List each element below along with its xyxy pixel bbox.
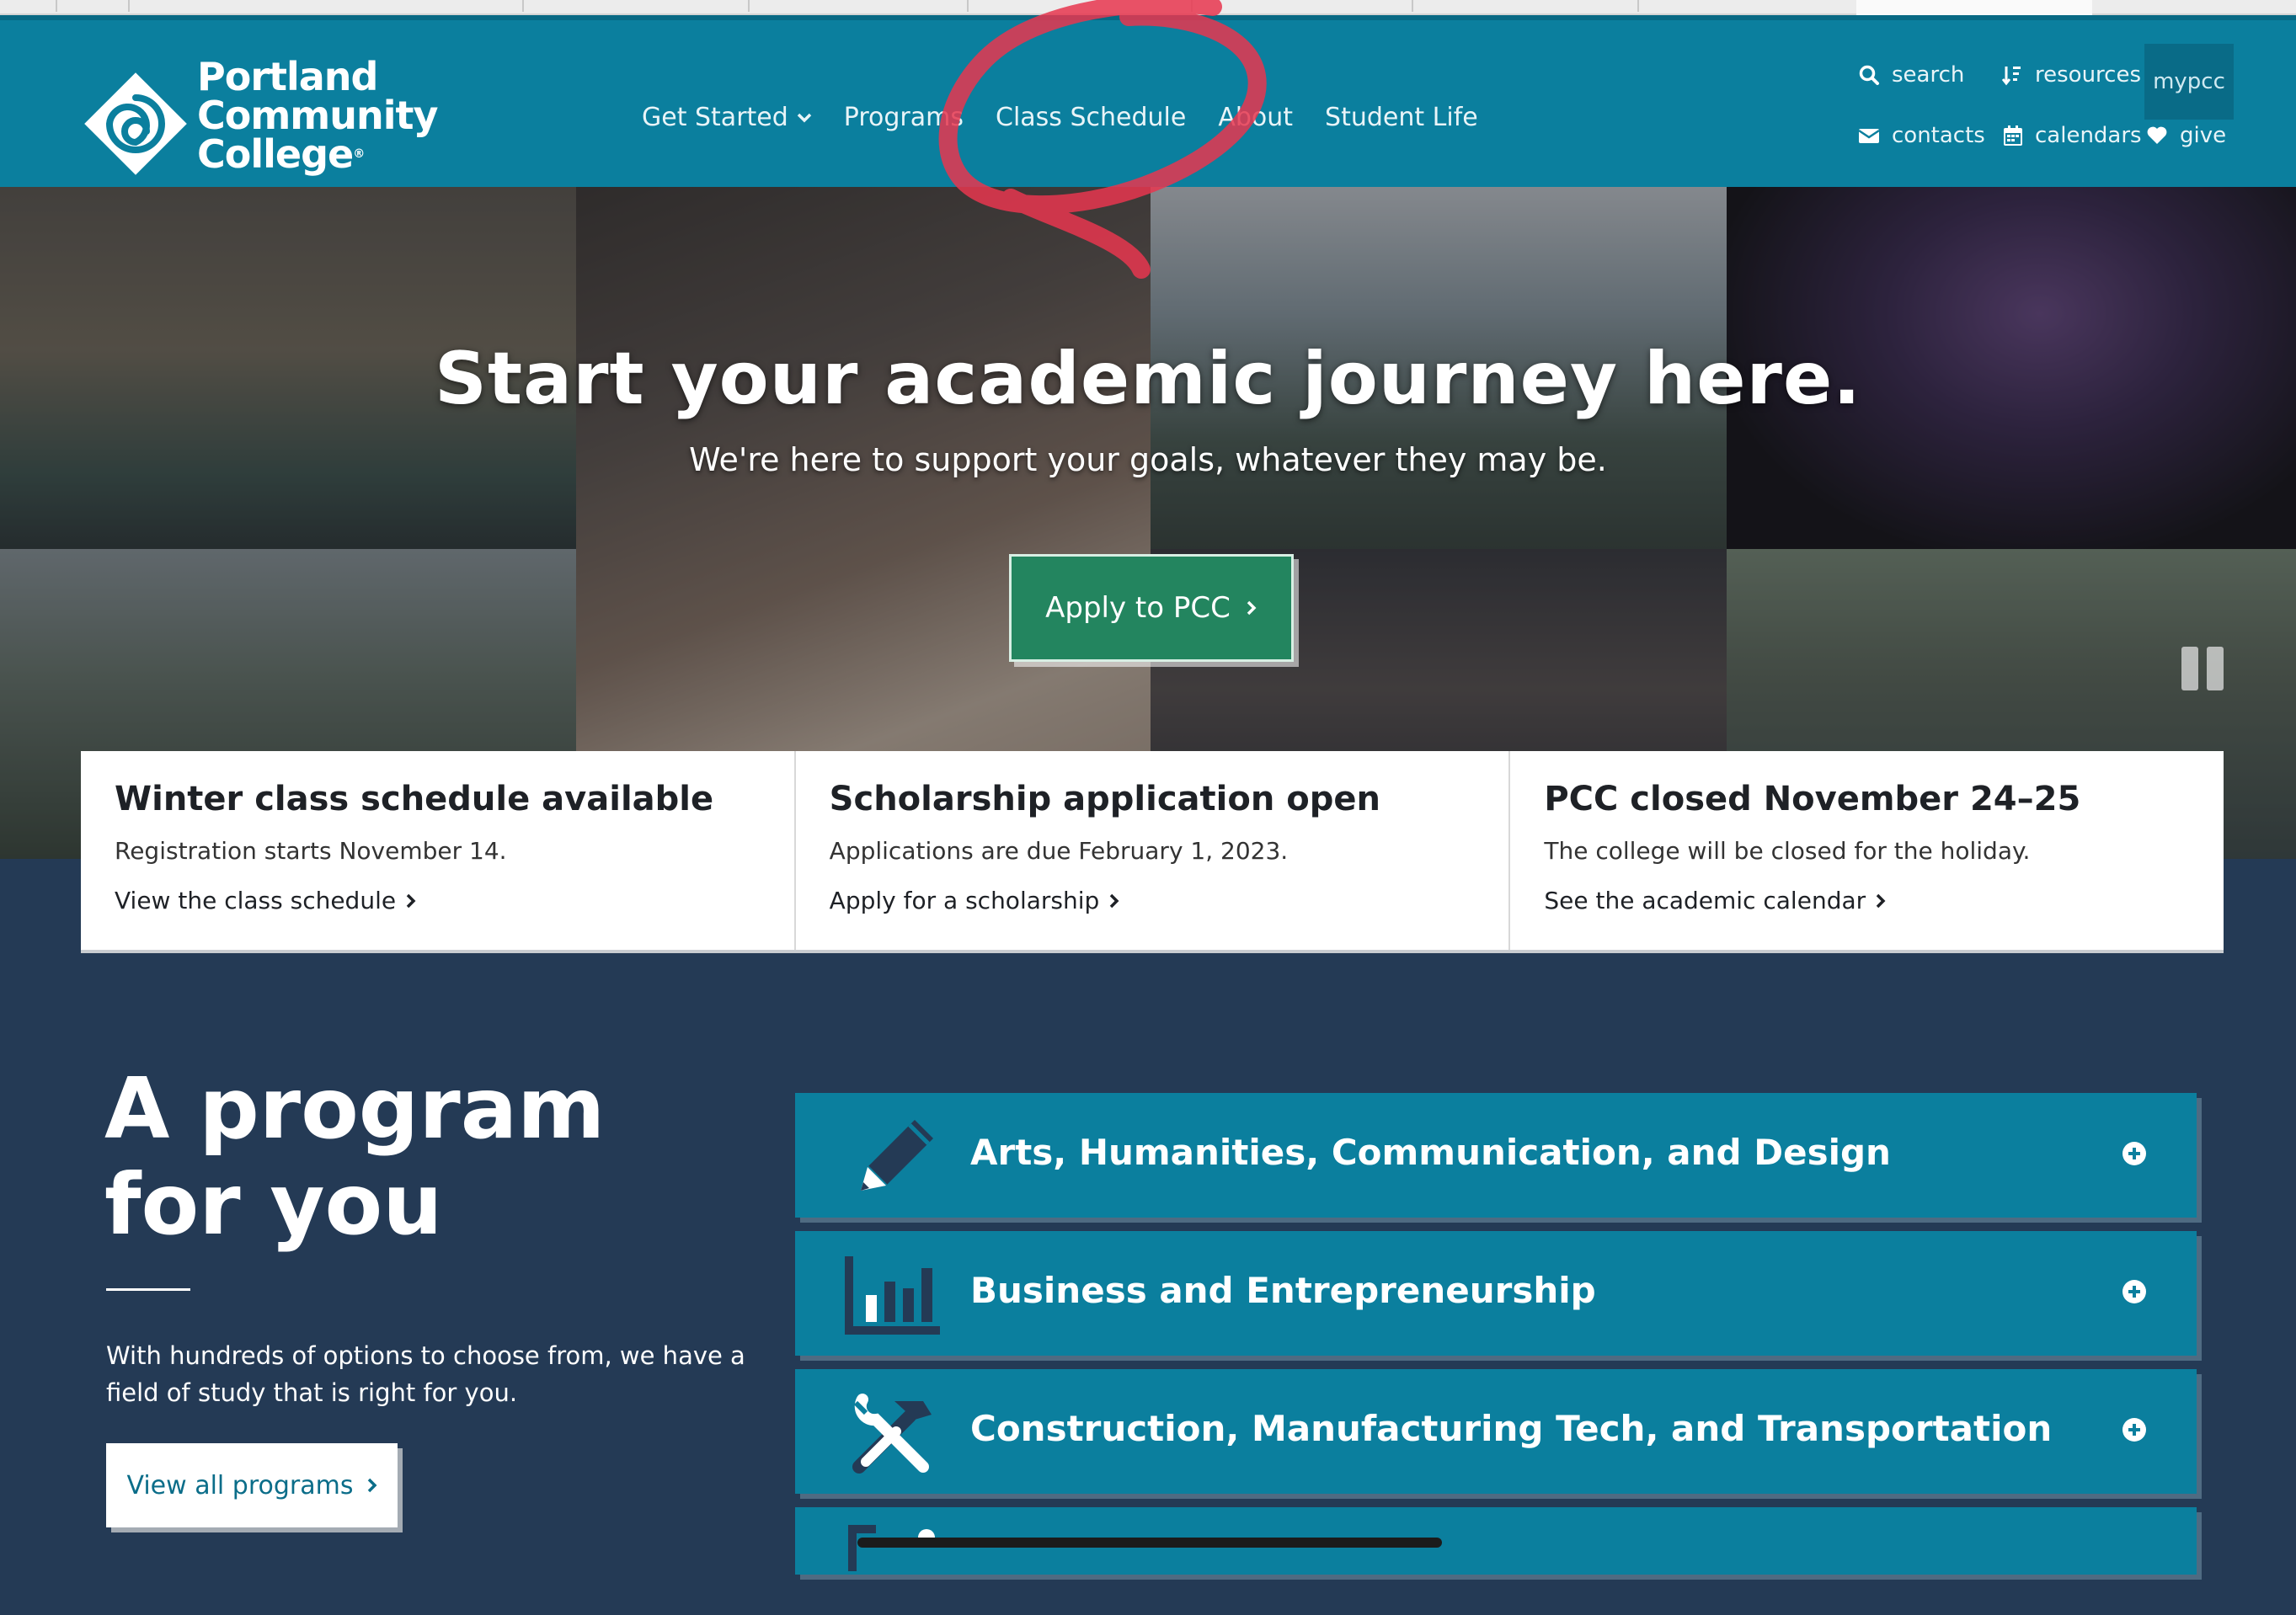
mypcc-link[interactable]: mypcc	[2144, 44, 2234, 120]
program-area-label: Construction, Manufacturing Tech, and Tr…	[970, 1408, 2053, 1449]
tools-icon	[852, 1394, 932, 1474]
expand-plus-icon	[2122, 1280, 2146, 1303]
calendars-link[interactable]: calendars	[2003, 123, 2142, 148]
calendars-label: calendars	[2035, 123, 2142, 148]
give-link[interactable]: give	[2146, 123, 2226, 148]
program-area-label: Arts, Humanities, Communication, and Des…	[970, 1132, 1891, 1173]
heart-icon	[2147, 126, 2167, 144]
expand-plus-icon	[2122, 1418, 2146, 1442]
tab-separator	[522, 0, 524, 12]
browser-active-tab[interactable]	[1856, 0, 2092, 15]
apply-button-label: Apply to PCC	[1045, 591, 1231, 625]
contacts-label: contacts	[1892, 123, 1985, 148]
chevron-down-icon	[797, 113, 812, 122]
pcc-logo[interactable]: Portland Community College®	[81, 49, 451, 184]
chevron-right-icon	[1876, 893, 1886, 908]
card-text: The college will be closed for the holid…	[1544, 837, 2031, 865]
view-all-programs-button[interactable]: View all programs	[106, 1443, 398, 1527]
announcement-card: PCC closed November 24–25 The college wi…	[1510, 751, 2224, 950]
program-description: With hundreds of options to choose from,…	[106, 1341, 745, 1407]
site-header: Portland Community College® Get Started …	[0, 15, 2296, 187]
tab-separator	[748, 0, 750, 12]
search-icon	[1859, 65, 1879, 85]
card-text: Registration starts November 14.	[115, 837, 507, 865]
program-heading: A program for you	[104, 1061, 605, 1253]
bar-chart-icon	[845, 1256, 940, 1335]
logo-line-portland: Portland	[197, 54, 378, 99]
expand-plus-icon	[2122, 1142, 2146, 1165]
program-area-business[interactable]: Business and Entrepreneurship	[795, 1231, 2197, 1356]
sort-icon	[2001, 67, 2021, 86]
slideshow-pause-button[interactable]	[2181, 647, 2224, 690]
pause-icon-bar	[2207, 647, 2224, 690]
program-area-arts[interactable]: Arts, Humanities, Communication, and Des…	[795, 1093, 2197, 1218]
announcement-cards: Winter class schedule available Registra…	[81, 751, 2224, 950]
chevron-right-icon	[406, 893, 416, 908]
nav-student-life[interactable]: Student Life	[1325, 103, 1478, 132]
academic-calendar-link[interactable]: See the academic calendar	[1544, 887, 2190, 914]
hero-subtitle: We're here to support your goals, whatev…	[689, 441, 1607, 478]
give-label: give	[2180, 123, 2227, 148]
browser-tab-strip	[0, 0, 2296, 15]
clipboard-icon	[848, 1525, 935, 1571]
main-nav: Get Started Programs Class Schedule Abou…	[642, 103, 1510, 132]
program-areas-accordion: Arts, Humanities, Communication, and Des…	[795, 1093, 2197, 1588]
card-title: PCC closed November 24–25	[1544, 780, 2081, 818]
program-area-construction[interactable]: Construction, Manufacturing Tech, and Tr…	[795, 1369, 2197, 1494]
view-all-programs-label: View all programs	[126, 1470, 354, 1500]
horizontal-scrollbar[interactable]	[857, 1538, 1442, 1548]
chevron-right-icon	[1247, 600, 1257, 616]
apply-scholarship-link[interactable]: Apply for a scholarship	[830, 887, 1476, 914]
pcc-logo-icon	[84, 72, 187, 175]
announcement-card: Scholarship application open Application…	[796, 751, 1511, 950]
apply-to-pcc-button[interactable]: Apply to PCC	[1009, 554, 1294, 662]
hero-title: Start your academic journey here.	[435, 337, 1861, 421]
pencil-icon	[861, 1120, 933, 1191]
search-link[interactable]: search	[1858, 62, 1964, 88]
tab-separator	[56, 0, 57, 12]
resources-label: resources	[2035, 62, 2142, 88]
nav-get-started-label: Get Started	[642, 103, 788, 132]
card-title: Winter class schedule available	[115, 780, 714, 818]
tab-separator	[967, 0, 969, 12]
nav-about[interactable]: About	[1218, 103, 1293, 132]
tab-separator	[1637, 0, 1639, 12]
card-title: Scholarship application open	[829, 780, 1380, 818]
tab-separator	[128, 0, 130, 12]
contacts-link[interactable]: contacts	[1858, 123, 1985, 148]
card-text: Applications are due February 1, 2023.	[829, 837, 1289, 865]
view-class-schedule-link[interactable]: View the class schedule	[115, 887, 761, 914]
card-link-label: View the class schedule	[115, 887, 397, 914]
heading-divider	[106, 1288, 190, 1291]
card-link-label: Apply for a scholarship	[829, 887, 1100, 914]
announcement-card: Winter class schedule available Registra…	[81, 751, 796, 950]
logo-line-college: College	[197, 131, 354, 177]
resources-link[interactable]: resources	[2001, 62, 2141, 88]
pause-icon-bar	[2181, 647, 2198, 690]
program-heading-line: for you	[104, 1155, 443, 1254]
search-label: search	[1892, 62, 1965, 88]
program-heading-line: A program	[104, 1059, 606, 1158]
chevron-right-icon	[1110, 893, 1119, 908]
logo-wordmark: Portland Community College®	[197, 54, 438, 173]
envelope-icon	[1858, 129, 1880, 143]
card-link-label: See the academic calendar	[1544, 887, 1866, 914]
chevron-right-icon	[367, 1478, 376, 1493]
tab-separator	[1191, 0, 1193, 12]
registered-mark: ®	[353, 147, 365, 161]
nav-programs[interactable]: Programs	[844, 103, 964, 132]
tab-separator	[1412, 0, 1413, 12]
logo-line-community: Community	[197, 93, 438, 138]
calendar-icon	[2004, 125, 2022, 146]
program-area-label: Business and Entrepreneurship	[970, 1270, 1596, 1311]
nav-class-schedule[interactable]: Class Schedule	[996, 103, 1186, 132]
nav-get-started[interactable]: Get Started	[642, 103, 812, 132]
